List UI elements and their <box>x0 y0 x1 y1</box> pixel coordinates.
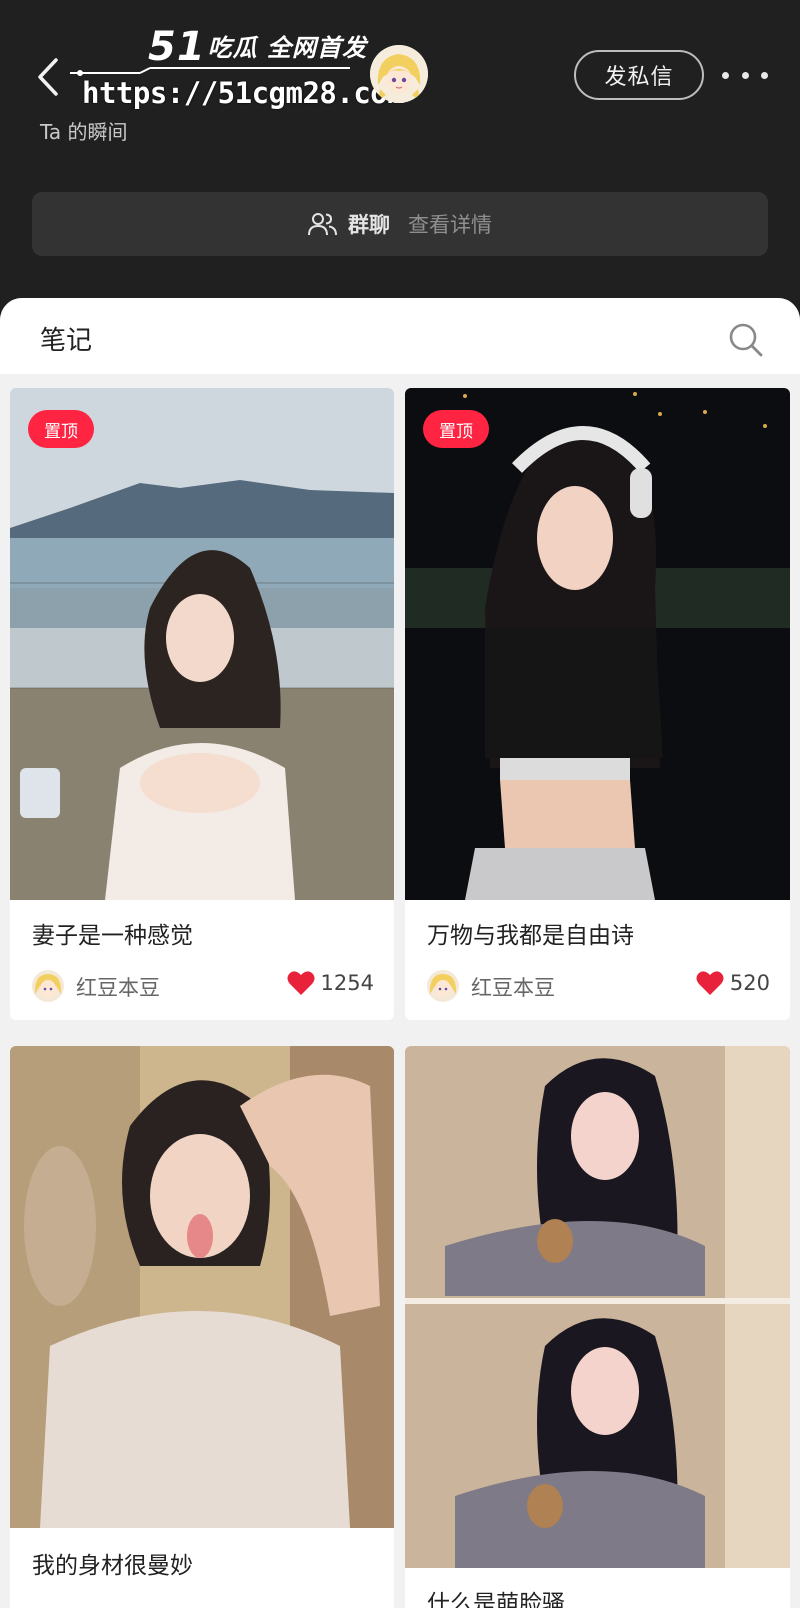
heart-icon <box>287 970 315 996</box>
notes-tab[interactable]: 笔记 <box>40 320 92 357</box>
like-count[interactable]: 1254 <box>287 970 374 996</box>
people-icon <box>308 211 338 237</box>
group-chat-label: 群聊 <box>348 213 390 237</box>
notes-panel: 笔记 置顶 妻子是一种感觉 红豆本豆 1254 置顶 万物与我都是自由诗 红豆本… <box>0 298 800 1608</box>
profile-header: 51吃瓜 全网首发 https://51cgm28.com 发私信 Ta 的瞬间 <box>0 0 800 300</box>
note-title: 我的身材很曼妙 <box>32 1553 193 1579</box>
note-cover-image <box>405 1046 790 1568</box>
chevron-left-icon <box>38 58 58 96</box>
group-chat-bar[interactable]: 群聊 查看详情 <box>32 192 768 256</box>
note-cover-image <box>10 1046 394 1528</box>
author-name: 红豆本豆 <box>76 976 160 1000</box>
note-card[interactable]: 置顶 妻子是一种感觉 红豆本豆 1254 <box>10 388 394 1020</box>
heart-icon <box>696 970 724 996</box>
note-cover-image: 置顶 <box>10 388 394 900</box>
notes-header: 笔记 <box>0 298 800 374</box>
author-name: 红豆本豆 <box>471 976 555 1000</box>
moments-label: Ta 的瞬间 <box>40 120 128 144</box>
pinned-badge: 置顶 <box>423 410 489 448</box>
header-avatar[interactable] <box>370 45 428 103</box>
author-avatar <box>32 970 64 1002</box>
note-card[interactable]: 置顶 万物与我都是自由诗 红豆本豆 520 <box>405 388 790 1020</box>
send-message-button[interactable]: 发私信 <box>574 50 704 100</box>
group-detail-link[interactable]: 查看详情 <box>408 209 492 239</box>
back-button[interactable] <box>30 52 66 102</box>
note-title: 妻子是一种感觉 <box>32 923 193 949</box>
pinned-badge: 置顶 <box>28 410 94 448</box>
search-icon <box>729 323 763 357</box>
like-count-value: 1254 <box>320 971 374 995</box>
search-button[interactable] <box>726 320 766 360</box>
author-avatar <box>427 970 459 1002</box>
like-count[interactable]: 520 <box>696 970 770 996</box>
note-title: 万物与我都是自由诗 <box>427 923 634 949</box>
note-card[interactable]: 我的身材很曼妙 <box>10 1046 394 1608</box>
more-dots-icon <box>722 71 729 79</box>
more-button[interactable] <box>722 58 768 92</box>
like-count-value: 520 <box>729 971 770 995</box>
note-cover-image: 置顶 <box>405 388 790 900</box>
note-title: 什么是萌脸骚 <box>427 1591 565 1608</box>
note-card[interactable]: 什么是萌脸骚 <box>405 1046 790 1608</box>
watermark-tagline: 51吃瓜 全网首发 <box>148 24 368 70</box>
watermark-url: https://51cgm28.com <box>82 76 405 110</box>
site-watermark: 51吃瓜 全网首发 https://51cgm28.com <box>70 20 405 120</box>
